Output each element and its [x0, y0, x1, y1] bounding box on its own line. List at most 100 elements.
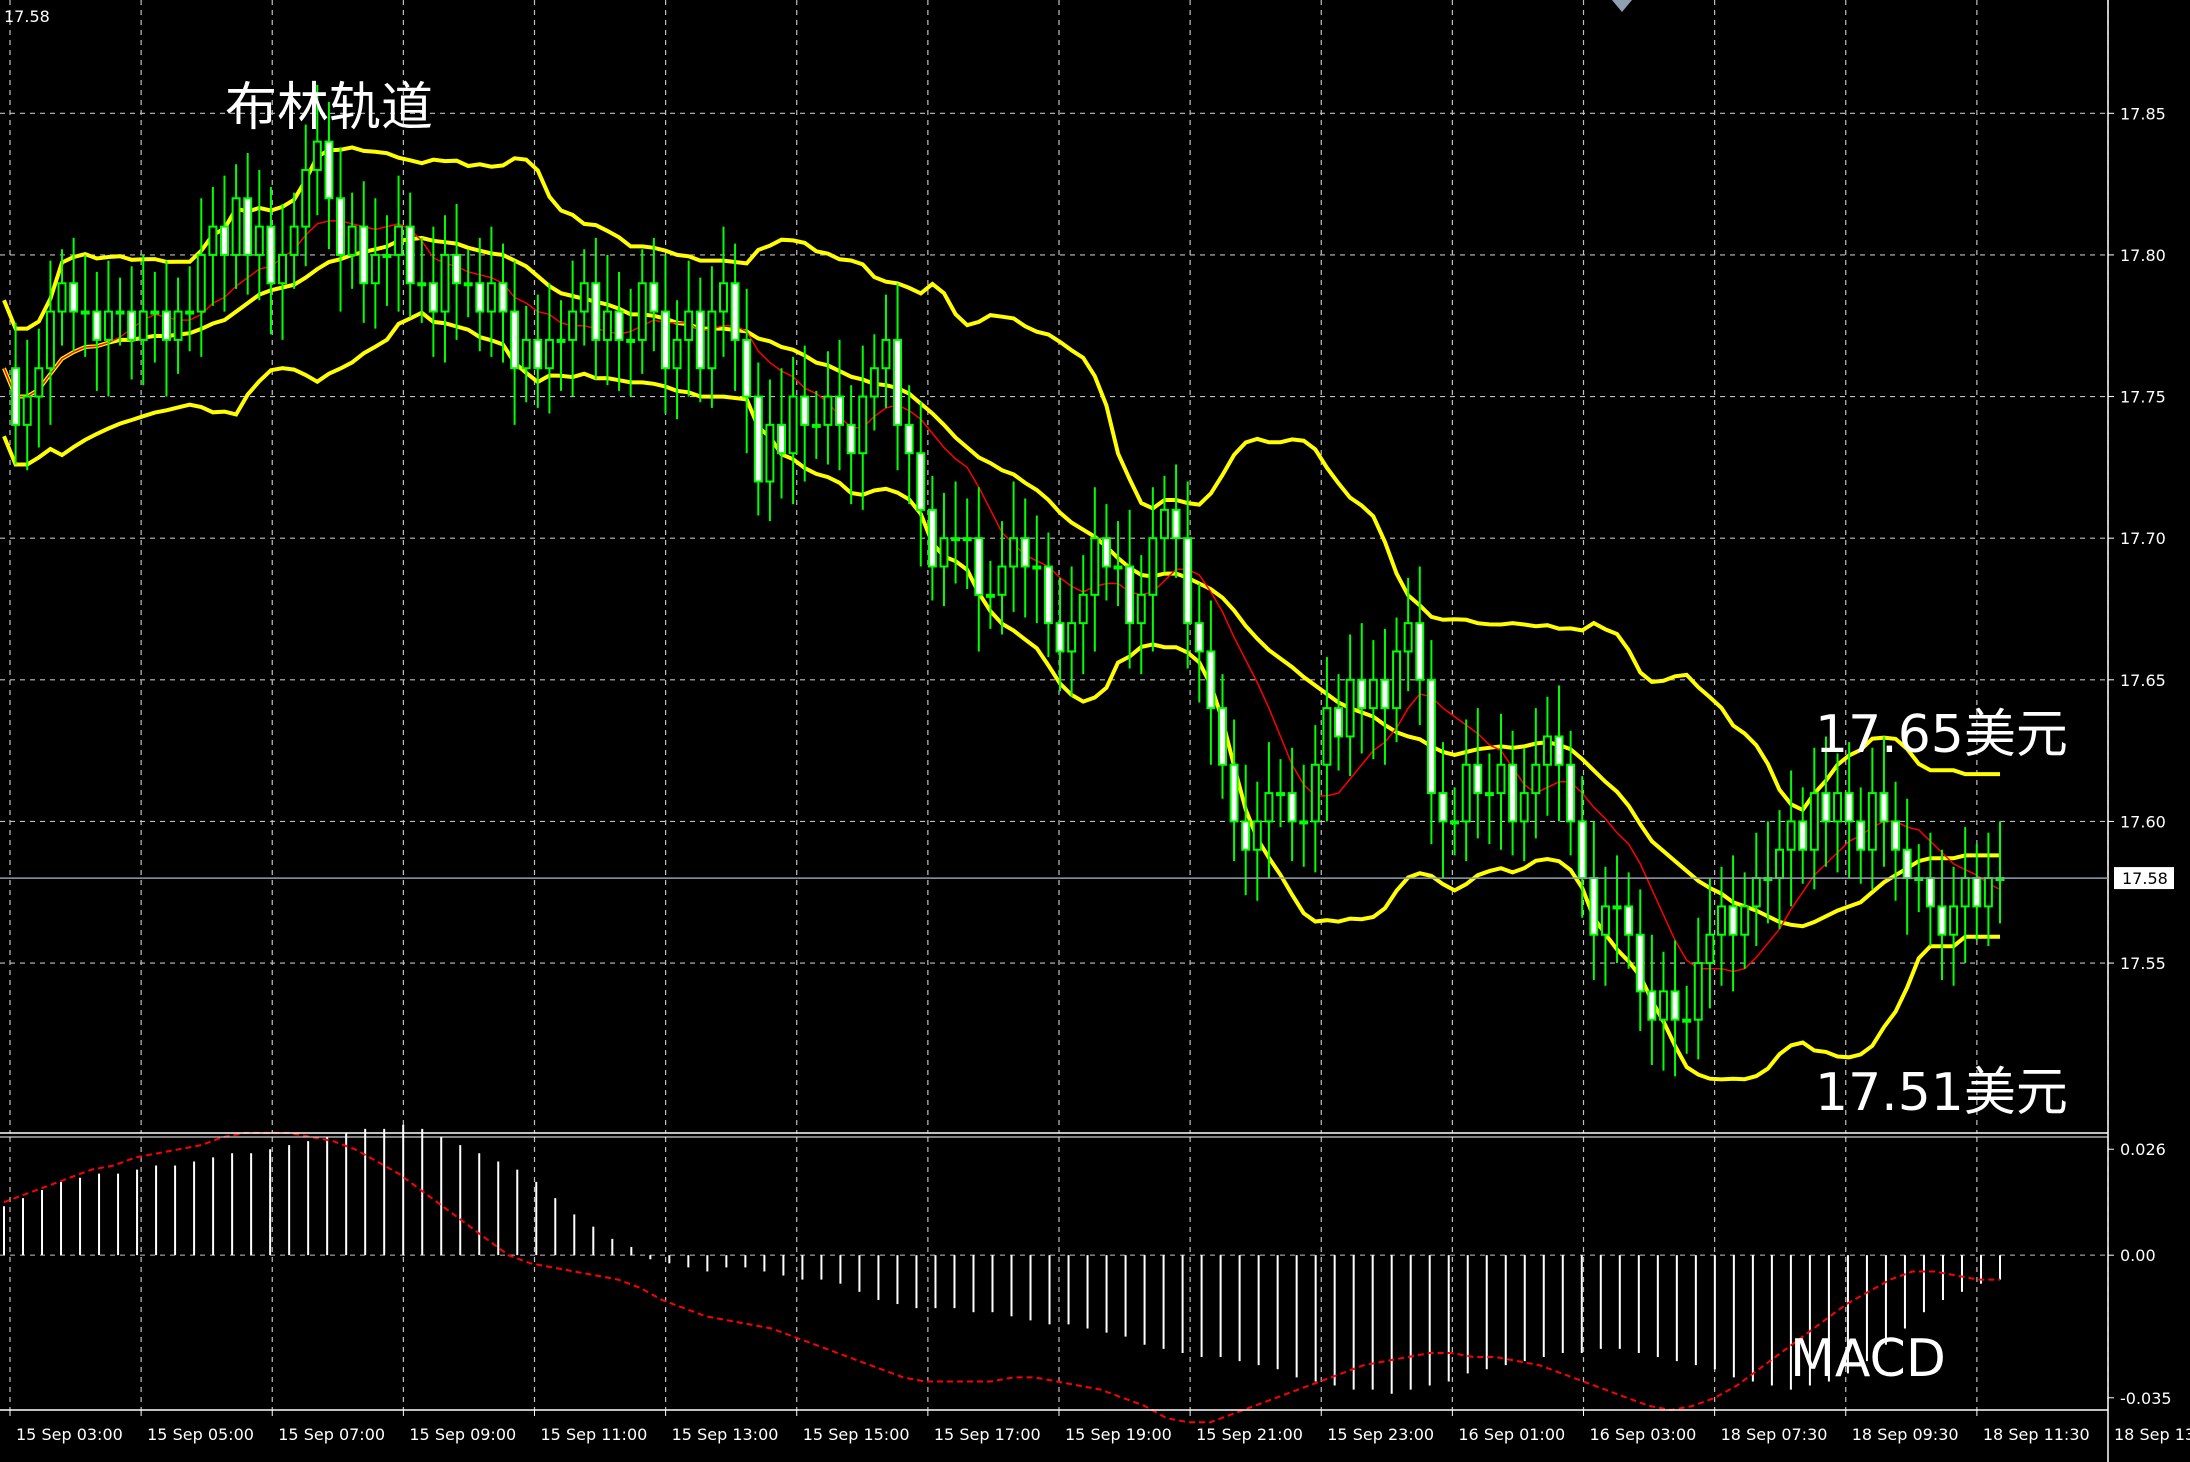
candle-body — [1426, 678, 1436, 795]
candle-body — [1310, 763, 1320, 823]
candle-body — [161, 310, 171, 341]
candle-body — [1252, 820, 1262, 851]
top-left-price: 17.58 — [4, 7, 50, 26]
y-tick-label: 17.60 — [2120, 812, 2166, 831]
candle-body — [208, 225, 218, 256]
candle-body — [1600, 905, 1610, 936]
candle-body — [138, 310, 148, 341]
candle-body — [417, 282, 427, 287]
candle-body — [962, 537, 972, 542]
candle-body — [1949, 905, 1959, 936]
candle-body — [347, 225, 357, 256]
candle-body — [510, 310, 520, 370]
candle-body — [336, 197, 346, 256]
chart-title: 布林轨道 — [225, 78, 433, 138]
candle-body — [1960, 877, 1970, 908]
candle-body — [1368, 678, 1378, 710]
candle-body — [1624, 905, 1634, 936]
candle-body — [602, 310, 612, 341]
candle-body — [231, 197, 241, 256]
candle-body — [1612, 905, 1622, 910]
candle-body — [69, 282, 79, 313]
x-tick-label: 15 Sep 05:00 — [147, 1425, 254, 1444]
candle-body — [893, 338, 903, 426]
candle-body — [533, 338, 543, 370]
candle-body — [359, 225, 369, 285]
candle-body — [1009, 537, 1019, 568]
candle-body — [1508, 763, 1518, 823]
macd-label: MACD — [1790, 1329, 1946, 1389]
candle-body — [1159, 508, 1169, 540]
candle-body — [939, 537, 949, 568]
candle-body — [1078, 593, 1088, 625]
candle-body — [1450, 820, 1460, 825]
candle-body — [1113, 565, 1123, 570]
candle-body — [591, 282, 601, 341]
candle-body — [521, 338, 531, 370]
candle-body — [568, 310, 578, 341]
candle-body — [324, 140, 334, 200]
candle-body — [1438, 792, 1448, 823]
candle-body — [1705, 933, 1715, 965]
candle-body — [695, 310, 705, 370]
candle-body — [777, 423, 786, 455]
candle-body — [544, 338, 554, 370]
x-tick-label: 15 Sep 09:00 — [409, 1425, 516, 1444]
candle-body — [1032, 565, 1042, 570]
macd-y-tick-label: 0.00 — [2120, 1246, 2156, 1265]
candle-body — [1740, 905, 1750, 936]
candle-body — [1148, 537, 1158, 596]
candle-body — [985, 593, 995, 598]
candle-body — [150, 310, 160, 315]
y-tick-label: 17.70 — [2120, 529, 2166, 548]
y-tick-label: 17.80 — [2120, 246, 2166, 265]
x-tick-label: 15 Sep 17:00 — [934, 1425, 1041, 1444]
candle-body — [1751, 877, 1761, 908]
candle-body — [57, 282, 67, 313]
candle-body — [649, 282, 659, 313]
candle-body — [974, 537, 984, 596]
candle-body — [858, 395, 868, 455]
macd-y-tick-label: 0.026 — [2120, 1140, 2166, 1159]
candle-body — [951, 537, 961, 542]
candle-body — [1461, 763, 1471, 823]
candle-body — [498, 282, 508, 313]
candle-body — [1775, 848, 1784, 880]
candle-body — [289, 225, 299, 256]
x-tick-label: 15 Sep 03:00 — [16, 1425, 123, 1444]
candle-body — [1020, 537, 1030, 568]
candle-body — [927, 508, 937, 568]
candle-body — [846, 423, 856, 455]
candle-body — [1682, 1018, 1692, 1023]
y-tick-label: 17.65 — [2120, 671, 2166, 690]
candle-body — [173, 310, 183, 341]
candle-body — [1647, 990, 1657, 1021]
candle-body — [254, 225, 264, 256]
candle-body — [1902, 848, 1912, 880]
candle-body — [1380, 678, 1390, 710]
candle-body — [730, 282, 740, 341]
x-tick-label: 18 Sep 07:30 — [1721, 1425, 1828, 1444]
candle-body — [1125, 565, 1135, 625]
candle-body — [1345, 678, 1355, 738]
candle-body — [1879, 792, 1889, 823]
candle-body — [1844, 792, 1854, 823]
candle-body — [1415, 622, 1425, 681]
candle-body — [672, 338, 682, 370]
macd-y-tick-label: -0.035 — [2120, 1389, 2172, 1408]
candle-body — [1856, 820, 1866, 851]
candle-body — [1786, 820, 1796, 851]
candle-body — [1821, 792, 1831, 823]
candle-body — [556, 338, 566, 343]
candle-body — [835, 395, 845, 426]
candle-body — [428, 282, 438, 313]
candle-body — [1299, 820, 1309, 825]
candle-body — [1403, 622, 1413, 653]
candle-body — [278, 253, 287, 285]
candle-body — [440, 253, 450, 313]
candle-body — [1183, 537, 1193, 625]
candle-body — [1067, 622, 1077, 653]
candle-body — [904, 423, 914, 455]
candle-body — [1171, 508, 1181, 540]
x-tick-label: 15 Sep 15:00 — [803, 1425, 910, 1444]
